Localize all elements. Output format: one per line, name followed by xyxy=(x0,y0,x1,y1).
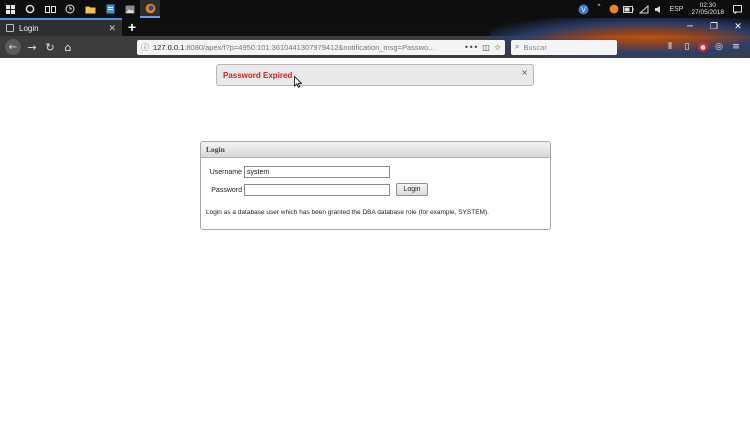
username-row: Username xyxy=(208,166,390,178)
password-field[interactable] xyxy=(244,184,390,196)
library-icon[interactable]: ⫴ xyxy=(664,41,676,53)
window-controls: ─ ❐ ✕ xyxy=(678,18,750,36)
page-favicon-icon xyxy=(6,24,14,32)
page-content: Password Expired × Login Username Passwo… xyxy=(0,58,750,421)
keyboard-language-label[interactable]: ESP xyxy=(667,6,685,13)
home-icon[interactable]: ⌂ xyxy=(59,38,77,56)
action-center-icon[interactable] xyxy=(730,0,744,18)
back-arrow-icon[interactable]: ← xyxy=(5,39,21,55)
login-help-text: Login as a database user which has been … xyxy=(206,209,489,216)
menu-hamburger-icon[interactable]: ≡ xyxy=(730,41,742,53)
browser-tab-strip: Login ✕ + ─ ❐ ✕ xyxy=(0,18,750,36)
navigation-toolbar: ← → ↻ ⌂ ⓘ 127.0.0.1:8080/apex/f?p=4950:1… xyxy=(0,36,750,58)
cortana-icon[interactable] xyxy=(20,0,40,18)
close-window-icon[interactable]: ✕ xyxy=(726,18,750,36)
forward-arrow-icon[interactable]: → xyxy=(23,38,41,56)
url-host: 127.0.0.1 xyxy=(153,42,185,52)
clock-app-icon[interactable] xyxy=(60,0,80,18)
windows-start-icon[interactable] xyxy=(0,0,20,18)
network-icon[interactable] xyxy=(637,2,650,16)
battery-icon[interactable] xyxy=(622,2,635,16)
url-path: :8080/apex/f?p=4950:101:3610441307979412… xyxy=(184,42,435,52)
volume-icon[interactable] xyxy=(652,2,665,16)
firefox-taskbar-icon[interactable] xyxy=(140,0,160,18)
search-icon: ⌕ xyxy=(515,42,520,51)
username-label: Username xyxy=(209,168,242,176)
search-input[interactable] xyxy=(523,42,609,52)
tab-close-icon[interactable]: ✕ xyxy=(108,23,116,34)
restore-icon[interactable]: ❐ xyxy=(702,18,726,36)
login-region-header: Login xyxy=(201,142,550,158)
windows-taskbar: V ˄ ESP 02:30 27/05/2018 xyxy=(0,0,750,18)
task-view-icon[interactable] xyxy=(40,0,60,18)
username-field[interactable] xyxy=(244,166,390,178)
search-bar[interactable]: ⌕ xyxy=(511,39,617,55)
page-actions-icon[interactable]: ••• xyxy=(464,43,478,52)
url-text[interactable]: 127.0.0.1:8080/apex/f?p=4950:101:3610441… xyxy=(153,43,464,52)
file-explorer-icon[interactable] xyxy=(80,0,100,18)
extension-icon[interactable]: ◎ xyxy=(713,41,725,53)
tab-login[interactable]: Login ✕ xyxy=(0,18,122,36)
svg-text:V: V xyxy=(582,6,587,14)
login-region-title: Login xyxy=(206,145,225,154)
image-app-icon[interactable] xyxy=(120,0,140,18)
taskbar-clock[interactable]: 02:30 27/05/2018 xyxy=(687,2,728,16)
password-label: Password xyxy=(211,186,242,194)
addon-badge-icon[interactable]: ● xyxy=(698,42,708,52)
password-row: Password xyxy=(208,184,390,196)
address-bar[interactable]: ⓘ 127.0.0.1:8080/apex/f?p=4950:101:36104… xyxy=(137,39,505,55)
clock-time: 02:30 xyxy=(699,2,716,9)
pocket-icon[interactable]: ◫ xyxy=(482,43,490,52)
notification-banner: Password Expired × xyxy=(216,64,534,86)
notification-message: Password Expired xyxy=(223,70,293,80)
mouse-cursor-icon xyxy=(294,76,302,88)
minimize-icon[interactable]: ─ xyxy=(678,18,702,36)
document-app-icon[interactable] xyxy=(100,0,120,18)
sidebar-icon[interactable]: ▯ xyxy=(681,41,693,53)
site-info-icon[interactable]: ⓘ xyxy=(141,42,149,53)
reload-icon[interactable]: ↻ xyxy=(41,38,59,56)
new-tab-button[interactable]: + xyxy=(122,18,142,36)
bookmark-star-icon[interactable]: ☆ xyxy=(494,43,501,52)
notification-close-icon[interactable]: × xyxy=(521,68,528,77)
chevron-up-icon[interactable]: ˄ xyxy=(592,2,605,16)
login-region: Login Username Password Login Login as a… xyxy=(200,141,551,230)
clock-date: 27/05/2018 xyxy=(691,9,724,16)
login-button[interactable]: Login xyxy=(396,183,428,196)
tab-title: Login xyxy=(19,23,39,33)
firefox-tray-icon[interactable] xyxy=(607,2,620,16)
shield-app-icon[interactable]: V xyxy=(577,2,590,16)
